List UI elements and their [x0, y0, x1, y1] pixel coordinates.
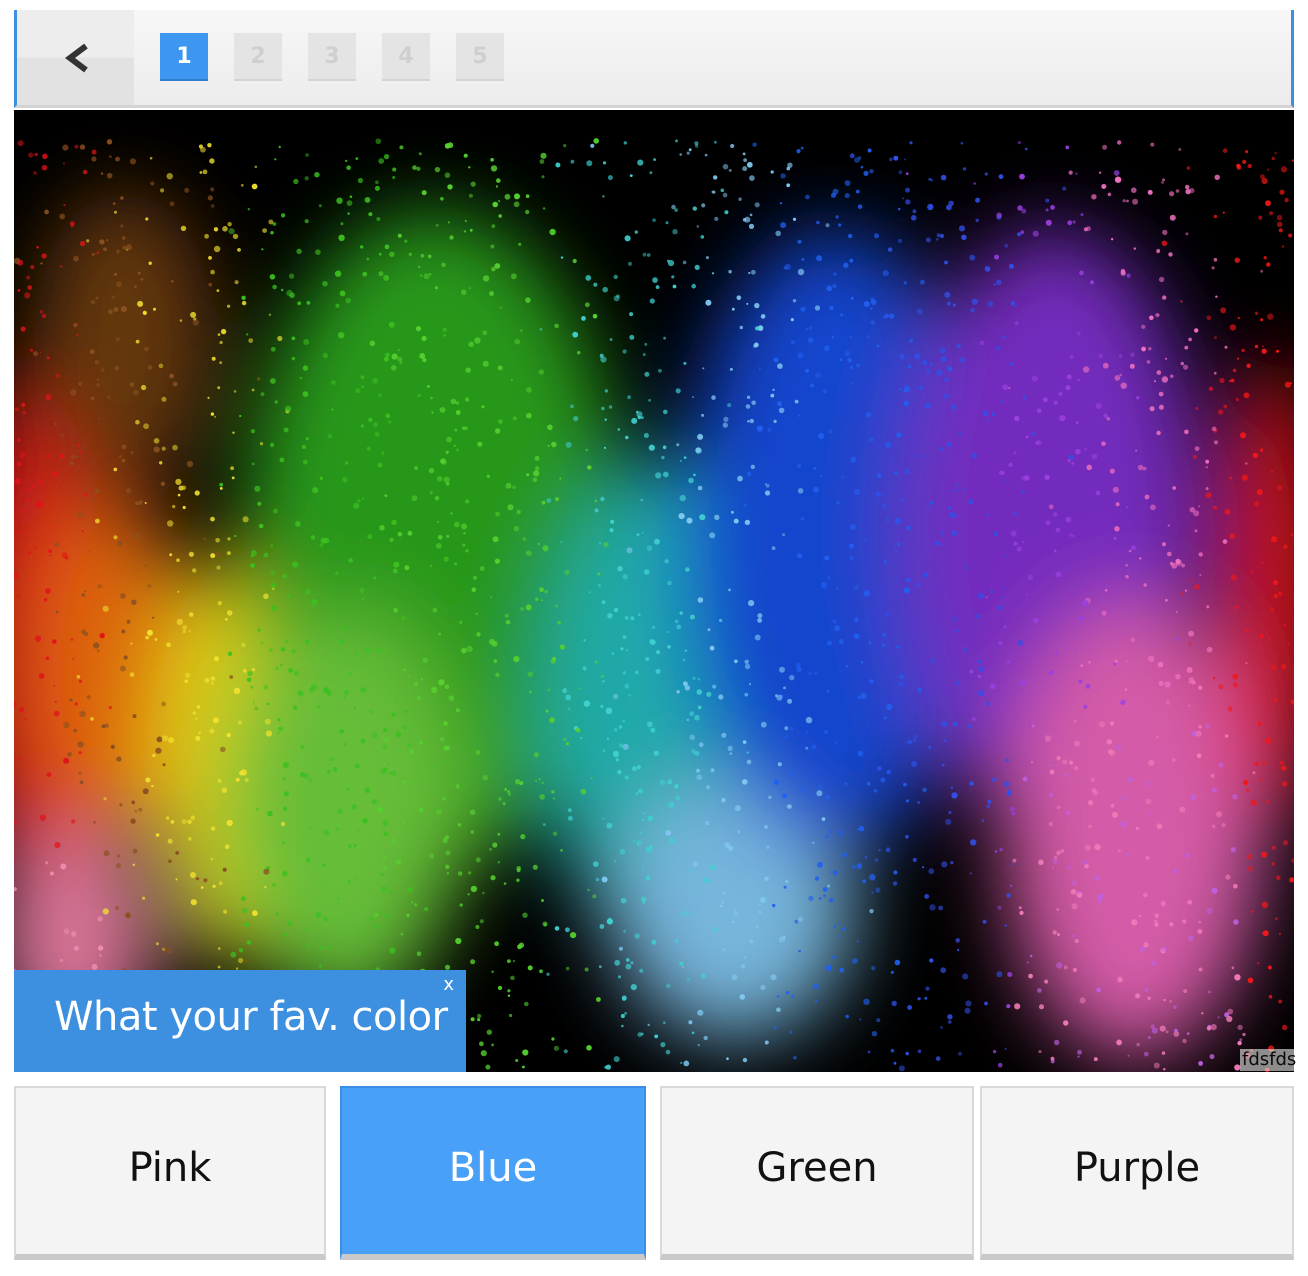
answer-options: Pink Blue Green Purple: [14, 1086, 1294, 1260]
answer-purple-button[interactable]: Purple: [980, 1086, 1294, 1260]
answer-pink-button[interactable]: Pink: [14, 1086, 326, 1260]
page-2-button[interactable]: 2: [234, 33, 282, 81]
back-button[interactable]: [17, 10, 134, 105]
answer-green-button[interactable]: Green: [660, 1086, 974, 1260]
image-watermark: fdsfds: [1240, 1049, 1299, 1071]
chevron-left-icon: [65, 43, 88, 73]
page-5-button[interactable]: 5: [456, 33, 504, 81]
top-navigation-bar: 1 2 3 4 5: [14, 10, 1294, 108]
close-question-button[interactable]: x: [443, 974, 454, 995]
answer-blue-button[interactable]: Blue: [340, 1086, 646, 1260]
color-splash-image: [14, 110, 1294, 1072]
page-1-button[interactable]: 1: [160, 33, 208, 81]
question-banner: What your fav. color x: [14, 970, 466, 1072]
question-text: What your fav. color: [54, 994, 448, 1040]
page-selector: 1 2 3 4 5: [160, 33, 504, 81]
page-3-button[interactable]: 3: [308, 33, 356, 81]
page-4-button[interactable]: 4: [382, 33, 430, 81]
